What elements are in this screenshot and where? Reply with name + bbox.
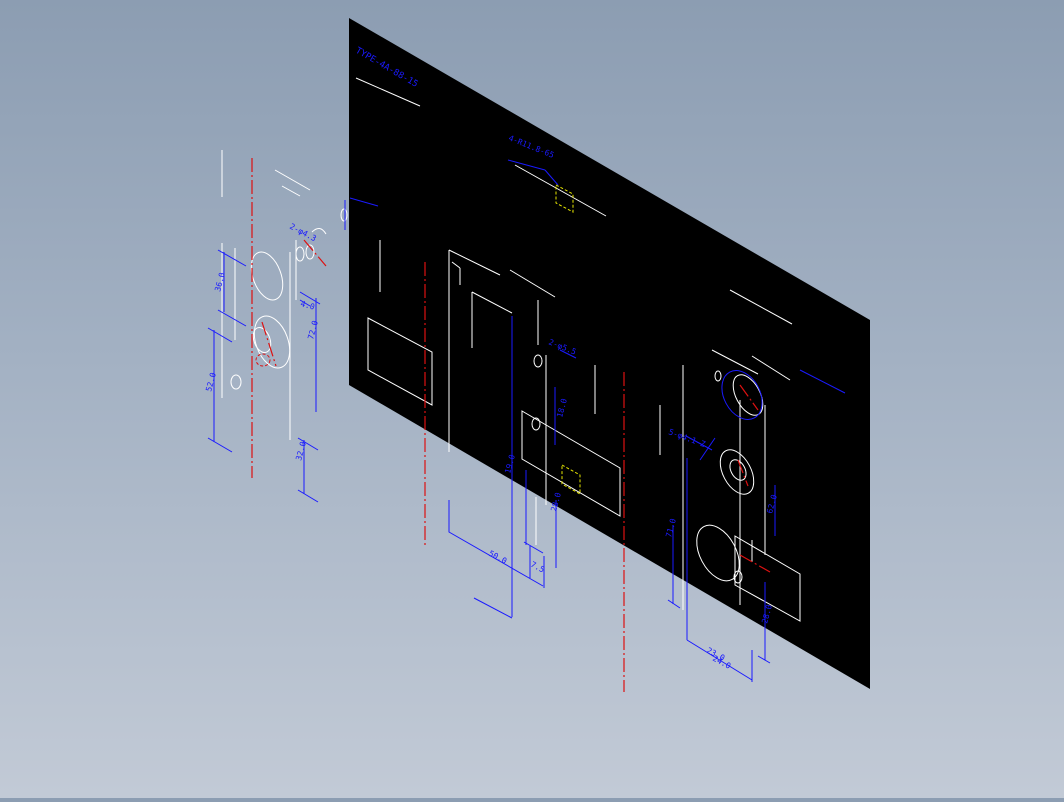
isometric-drawing: 36.0 4.0 72.0 52.0 32.0 2-φ4.3 TYPE-4A-8… (204, 18, 870, 692)
left-side-view (221, 150, 348, 440)
dim-left-32: 32.0 (294, 440, 308, 461)
dim-left-72: 72.0 (306, 319, 320, 340)
left-centerlines (251, 158, 327, 478)
dim-mid-50: 50.0 (487, 549, 508, 566)
dim-left-52: 52.0 (204, 371, 218, 392)
drawing-sheet (349, 18, 870, 689)
dim-left-40: 4.0 (299, 299, 315, 311)
dim-left-36: 36.0 (213, 271, 227, 292)
dim-right-24: 24.0 (711, 654, 732, 671)
callout-hole-pair-top: 2-φ4.3 (288, 222, 318, 244)
cad-viewport[interactable]: 36.0 4.0 72.0 52.0 32.0 2-φ4.3 TYPE-4A-8… (0, 0, 1064, 798)
